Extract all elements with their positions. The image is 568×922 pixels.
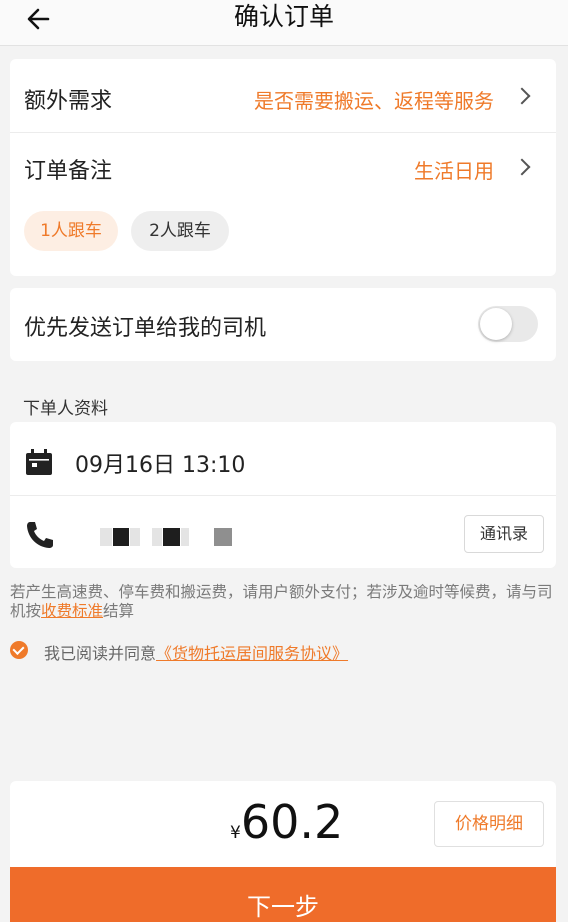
phone-icon <box>27 522 53 548</box>
toggle-knob <box>480 308 512 340</box>
top-bar: 确认订单 <box>0 0 568 46</box>
contacts-button[interactable]: 通讯录 <box>464 515 544 553</box>
fee-notice: 若产生高速费、停车费和搬运费，请用户额外支付；若涉及逾时等候费，请与司机按收费标… <box>10 583 558 621</box>
priority-driver-toggle[interactable] <box>478 306 538 342</box>
next-step-button[interactable]: 下一步 <box>10 867 556 922</box>
order-note-value: 生活日用 <box>414 159 494 183</box>
chevron-right-icon <box>513 158 531 176</box>
rider-option-2[interactable]: 2人跟车 <box>131 211 229 251</box>
agreement-prefix: 我已阅读并同意 <box>44 644 157 663</box>
notice-text-end: 结算 <box>103 602 135 620</box>
orderer-card: 09月16日 13:10 通讯录 <box>10 422 556 568</box>
divider <box>10 495 556 496</box>
calendar-icon <box>26 449 52 475</box>
agreement-text: 我已阅读并同意《货物托运居间服务协议》 <box>44 640 348 664</box>
orderer-section-label: 下单人资料 <box>23 399 108 419</box>
service-card: 额外需求 是否需要搬运、返程等服务 订单备注 生活日用 1人跟车 2人跟车 <box>10 59 556 276</box>
check-icon[interactable] <box>10 641 28 659</box>
total-price: ¥60.2 <box>230 795 343 849</box>
agreement-link[interactable]: 《货物托运居间服务协议》 <box>156 644 348 663</box>
page-title: 确认订单 <box>233 2 334 31</box>
price-amount: 60.2 <box>240 795 344 849</box>
currency-symbol: ¥ <box>230 823 241 843</box>
extra-needs-value: 是否需要搬运、返程等服务 <box>254 89 494 113</box>
chevron-right-icon <box>513 87 531 105</box>
priority-driver-label: 优先发送订单给我的司机 <box>24 316 267 341</box>
price-detail-button[interactable]: 价格明细 <box>434 801 544 847</box>
order-note-label: 订单备注 <box>24 159 113 184</box>
fee-standard-link[interactable]: 收费标准 <box>41 602 103 620</box>
extra-needs-row[interactable]: 额外需求 是否需要搬运、返程等服务 <box>10 59 556 132</box>
order-note-row[interactable]: 订单备注 生活日用 <box>10 133 556 199</box>
priority-driver-card: 优先发送订单给我的司机 <box>10 288 556 361</box>
price-card: ¥60.2 价格明细 <box>10 781 556 871</box>
extra-needs-label: 额外需求 <box>24 89 113 114</box>
rider-option-1[interactable]: 1人跟车 <box>24 211 118 251</box>
masked-phone-number[interactable] <box>100 528 235 546</box>
order-datetime[interactable]: 09月16日 13:10 <box>75 447 245 479</box>
